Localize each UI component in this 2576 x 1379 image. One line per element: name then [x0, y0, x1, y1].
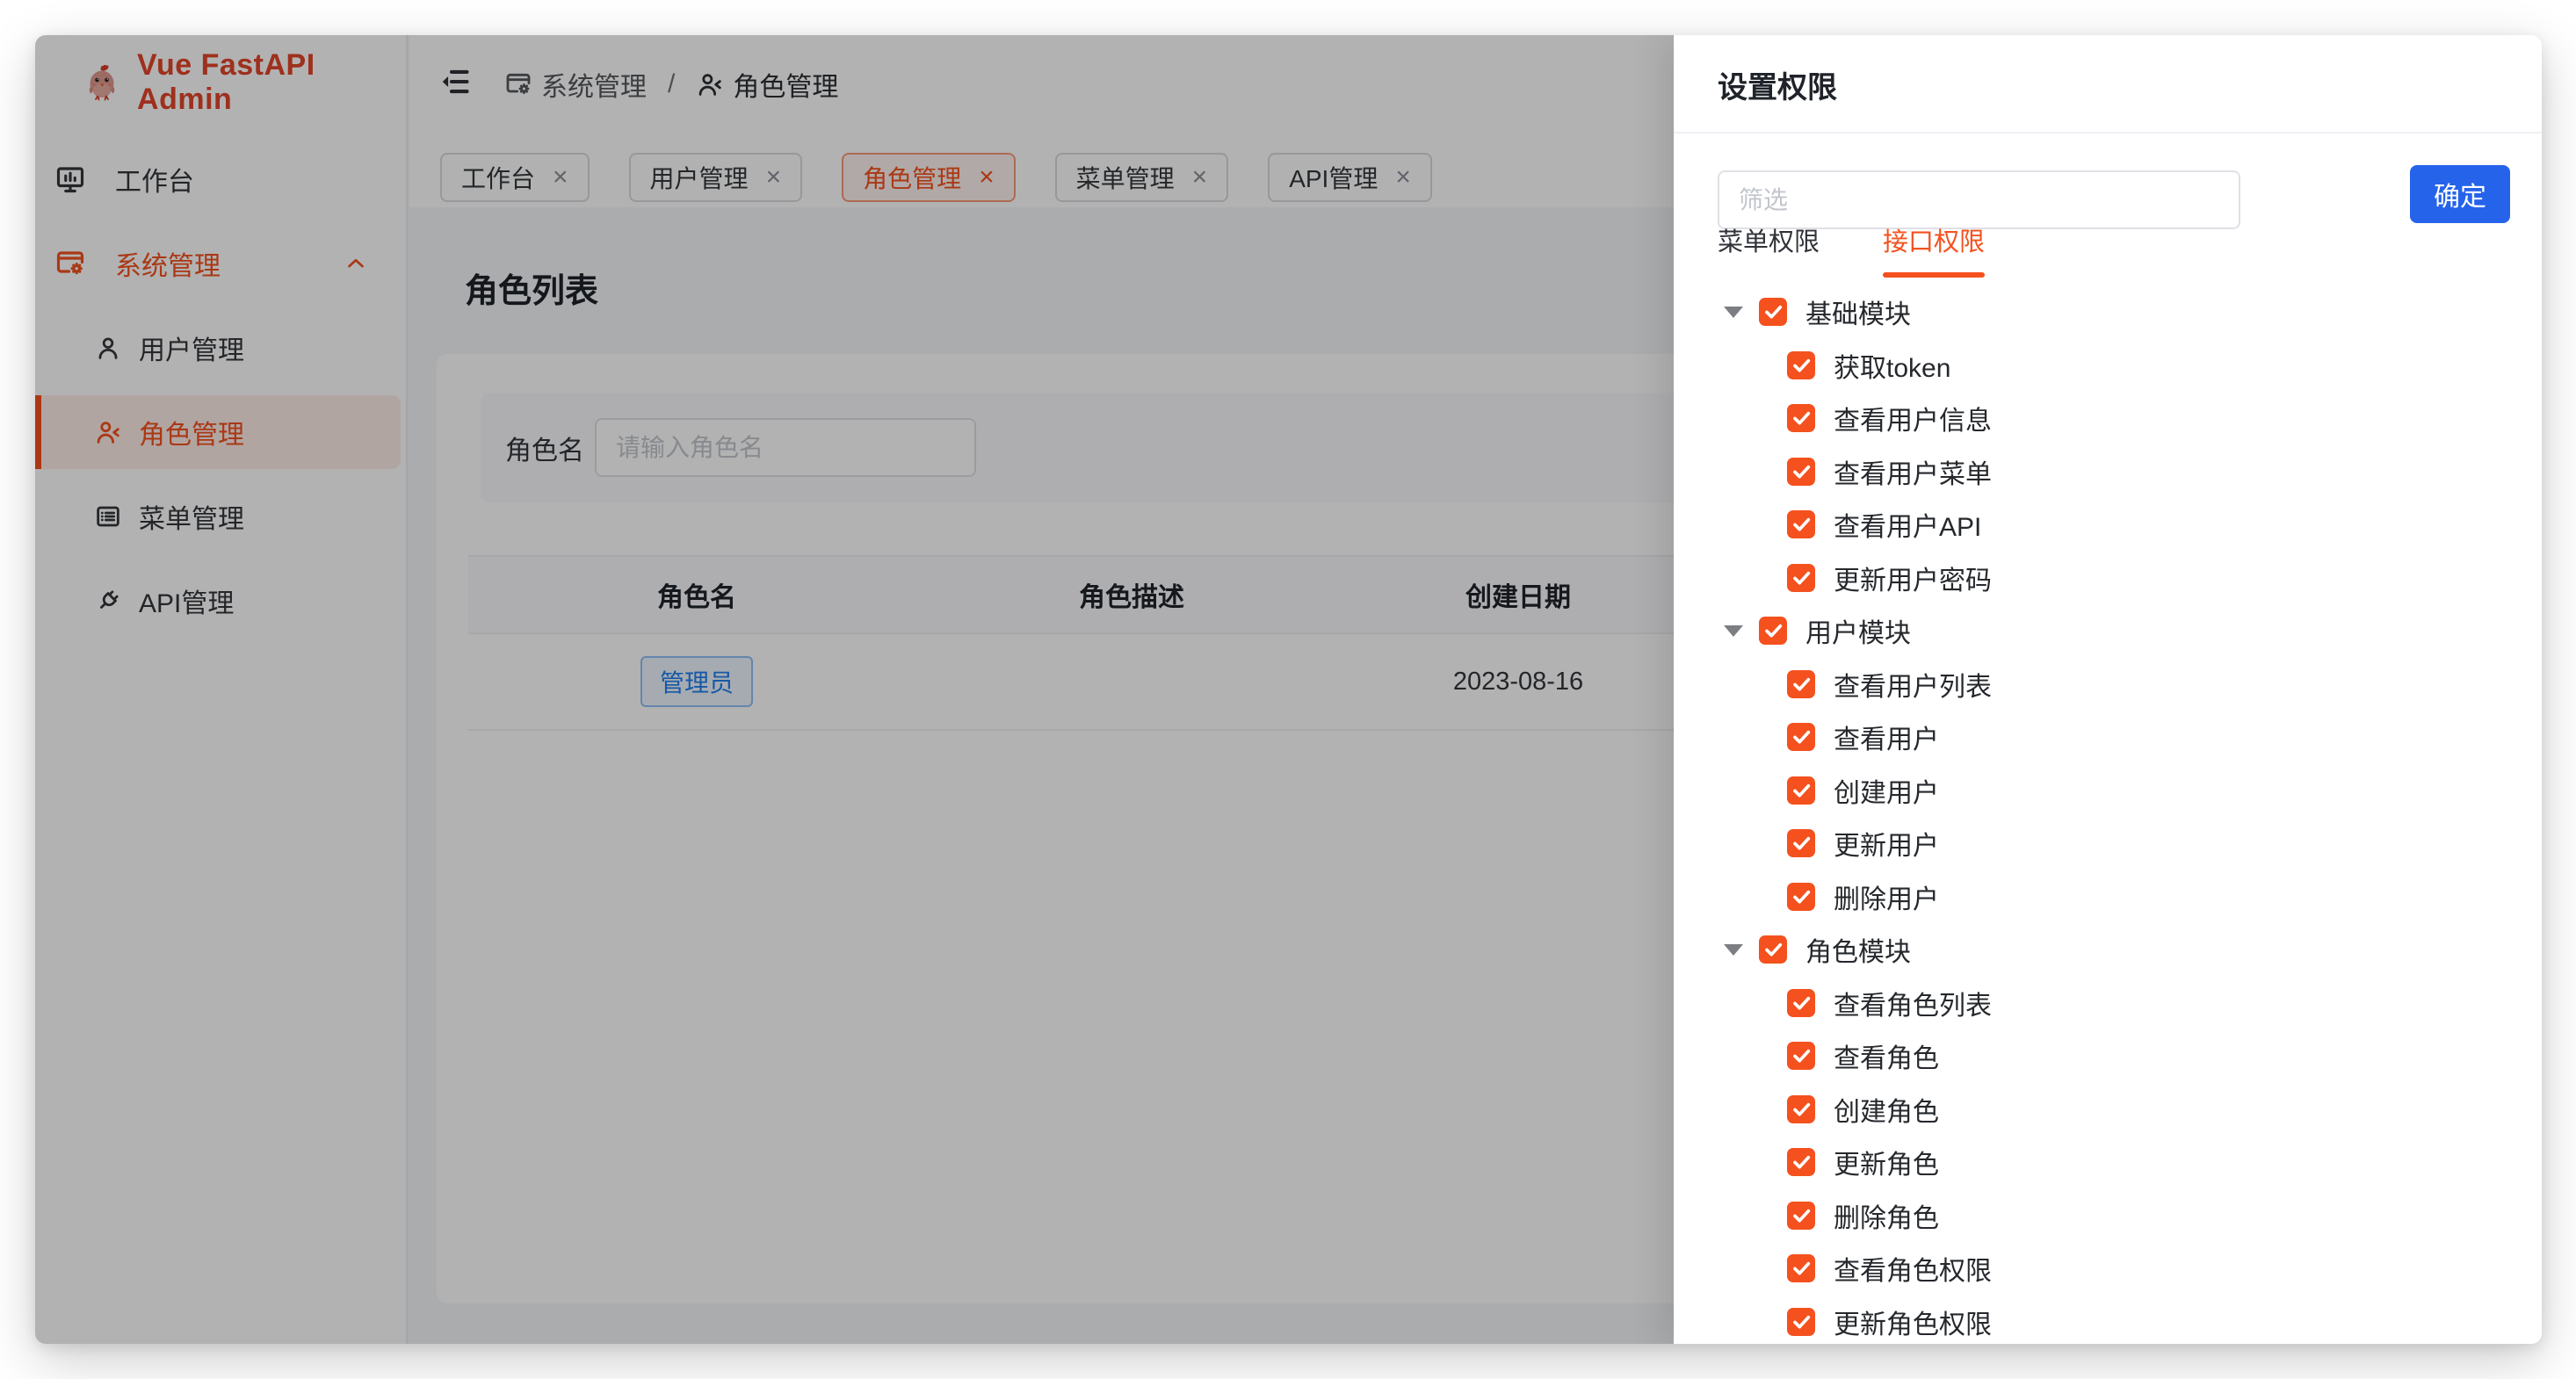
tree-node-label[interactable]: 创建角色 — [1834, 1083, 1939, 1137]
tree-node-leaf: 删除角色 — [1718, 1189, 2524, 1243]
checkbox-checked[interactable] — [1787, 776, 1815, 805]
tree-node-leaf: 创建角色 — [1718, 1083, 2524, 1137]
tree-node-leaf: 查看用户列表 — [1718, 658, 2524, 711]
permission-filter-input[interactable] — [1718, 170, 2240, 229]
tree-node-leaf: 查看用户菜单 — [1718, 445, 2524, 499]
tree-node-leaf: 删除用户 — [1718, 870, 2524, 924]
tree-node-label[interactable]: 删除角色 — [1834, 1189, 1939, 1243]
screen: Vue FastAPI Admin 工作台 系统管理 用户管理 — [0, 0, 2576, 1379]
checkbox-checked[interactable] — [1759, 298, 1787, 326]
tree-node-label[interactable]: 查看角色权限 — [1834, 1242, 1992, 1296]
tree-node-label[interactable]: 查看用户菜单 — [1834, 445, 1992, 499]
tree-node-label[interactable]: 更新角色权限 — [1834, 1296, 1992, 1345]
tree-node-group: 角色模块 — [1718, 923, 2524, 977]
checkbox-checked[interactable] — [1759, 617, 1787, 645]
tree-node-leaf: 查看用户信息 — [1718, 392, 2524, 445]
drawer-overlay-mask[interactable] — [35, 35, 1674, 1344]
tree-node-leaf: 查看角色列表 — [1718, 977, 2524, 1030]
tree-node-leaf: 创建用户 — [1718, 764, 2524, 818]
tab-api-permissions[interactable]: 接口权限 — [1883, 221, 1985, 271]
tree-node-leaf: 获取token — [1718, 339, 2524, 393]
tab-menu-permissions[interactable]: 菜单权限 — [1718, 221, 1820, 271]
tree-expand-arrow-icon[interactable] — [1724, 944, 1743, 956]
tree-node-label[interactable]: 角色模块 — [1805, 923, 1911, 977]
tree-node-label[interactable]: 查看用户列表 — [1834, 658, 1992, 711]
tree-node-leaf: 查看角色权限 — [1718, 1242, 2524, 1296]
tree-node-label[interactable]: 更新用户 — [1834, 817, 1939, 870]
checkbox-checked[interactable] — [1787, 1042, 1815, 1070]
tree-node-label[interactable]: 查看用户信息 — [1834, 392, 1992, 445]
tree-expand-arrow-icon[interactable] — [1724, 625, 1743, 637]
tree-node-leaf: 更新角色权限 — [1718, 1296, 2524, 1345]
tree-node-leaf: 更新角色 — [1718, 1136, 2524, 1189]
tree-expand-arrow-icon[interactable] — [1724, 307, 1743, 318]
tree-node-leaf: 更新用户密码 — [1718, 552, 2524, 605]
tree-node-label[interactable]: 创建用户 — [1834, 764, 1939, 818]
tree-node-label[interactable]: 查看用户 — [1834, 711, 1939, 764]
tree-node-leaf: 查看角色 — [1718, 1029, 2524, 1083]
tree-node-label[interactable]: 用户模块 — [1805, 604, 1911, 658]
tree-node-label[interactable]: 查看用户API — [1834, 498, 1981, 552]
set-permissions-drawer: 设置权限 确定 菜单权限 接口权限 基础模块 获取token — [1674, 35, 2542, 1344]
drawer-header: 设置权限 — [1674, 35, 2542, 134]
tree-node-label[interactable]: 基础模块 — [1805, 285, 1911, 339]
tree-node-label[interactable]: 更新角色 — [1834, 1136, 1939, 1189]
checkbox-checked[interactable] — [1787, 404, 1815, 432]
tree-node-label[interactable]: 查看角色 — [1834, 1029, 1939, 1083]
tree-node-label[interactable]: 获取token — [1834, 339, 1950, 393]
checkbox-checked[interactable] — [1759, 935, 1787, 964]
checkbox-checked[interactable] — [1787, 989, 1815, 1017]
checkbox-checked[interactable] — [1787, 510, 1815, 538]
permission-tree: 基础模块 获取token 查看用户信息 查看用户菜单 查看用户API — [1718, 285, 2524, 1344]
tree-node-leaf: 查看用户 — [1718, 711, 2524, 764]
checkbox-checked[interactable] — [1787, 1254, 1815, 1282]
checkbox-checked[interactable] — [1787, 351, 1815, 379]
tree-node-group: 基础模块 — [1718, 285, 2524, 339]
confirm-button[interactable]: 确定 — [2410, 165, 2510, 223]
permission-tabs: 菜单权限 接口权限 — [1718, 221, 1985, 271]
drawer-title: 设置权限 — [1718, 35, 1837, 134]
tree-node-leaf: 更新用户 — [1718, 817, 2524, 870]
tree-node-label[interactable]: 更新用户密码 — [1834, 552, 1992, 605]
tree-node-leaf: 查看用户API — [1718, 498, 2524, 552]
checkbox-checked[interactable] — [1787, 1202, 1815, 1230]
checkbox-checked[interactable] — [1787, 670, 1815, 698]
checkbox-checked[interactable] — [1787, 1095, 1815, 1123]
tree-node-group: 用户模块 — [1718, 604, 2524, 658]
checkbox-checked[interactable] — [1787, 458, 1815, 486]
tree-node-label[interactable]: 删除用户 — [1834, 870, 1939, 924]
checkbox-checked[interactable] — [1787, 1308, 1815, 1336]
checkbox-checked[interactable] — [1787, 564, 1815, 592]
app-window: Vue FastAPI Admin 工作台 系统管理 用户管理 — [35, 35, 2542, 1344]
checkbox-checked[interactable] — [1787, 829, 1815, 857]
checkbox-checked[interactable] — [1787, 723, 1815, 751]
checkbox-checked[interactable] — [1787, 883, 1815, 911]
tree-node-label[interactable]: 查看角色列表 — [1834, 977, 1992, 1030]
checkbox-checked[interactable] — [1787, 1148, 1815, 1176]
